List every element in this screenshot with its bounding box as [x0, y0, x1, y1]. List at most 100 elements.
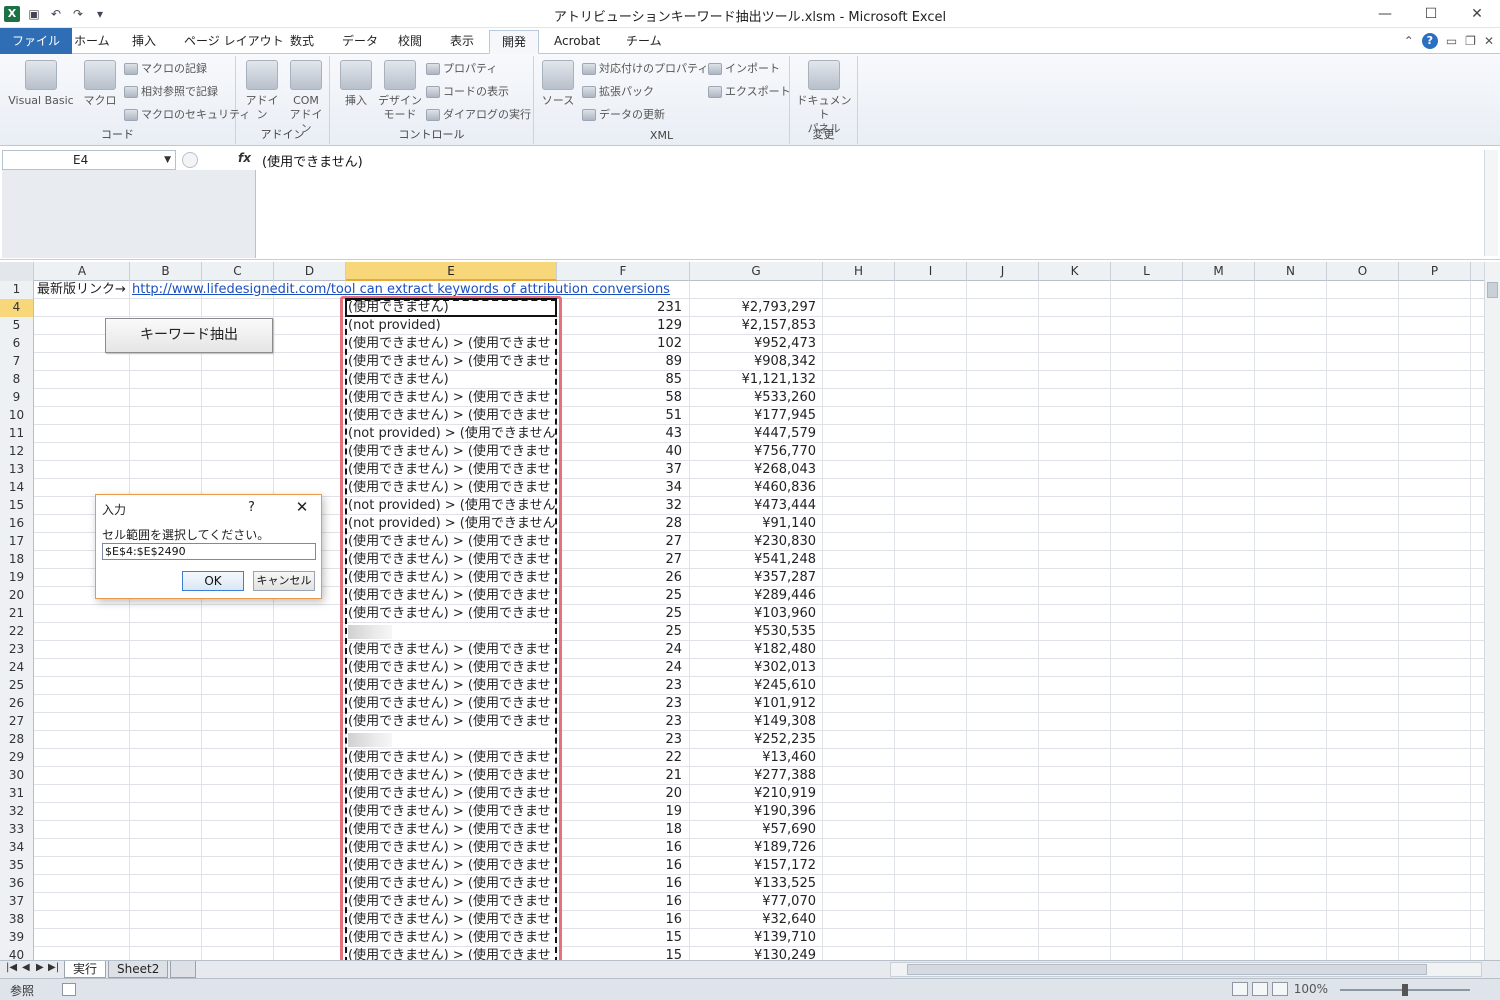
cell-conversions[interactable]: 20: [558, 785, 686, 803]
row-header[interactable]: 7: [0, 353, 34, 371]
name-box[interactable]: E4 ▼: [2, 150, 176, 170]
cell-conversions[interactable]: 129: [558, 317, 686, 335]
cell-keyword-path[interactable]: (使用できません) > (使用できませ: [346, 407, 556, 425]
cell-value[interactable]: ¥32,640: [690, 911, 820, 929]
row-header[interactable]: 34: [0, 839, 34, 857]
cell-keyword-path[interactable]: (使用できません) > (使用できませ: [346, 605, 556, 623]
cell-value[interactable]: ¥473,444: [690, 497, 820, 515]
cell-keyword-path[interactable]: (使用できません) > (使用できませ: [346, 479, 556, 497]
zoom-level[interactable]: 100%: [1294, 982, 1328, 996]
column-header[interactable]: G: [690, 262, 823, 281]
cell-conversions[interactable]: 16: [558, 875, 686, 893]
horizontal-scrollbar[interactable]: [890, 962, 1482, 977]
cell-conversions[interactable]: 27: [558, 551, 686, 569]
row-header[interactable]: 38: [0, 911, 34, 929]
vertical-scrollbar[interactable]: [1484, 262, 1500, 960]
ok-button[interactable]: OK: [182, 571, 244, 591]
column-header[interactable]: L: [1111, 262, 1183, 281]
cell-conversions[interactable]: 21: [558, 767, 686, 785]
help-icon[interactable]: ?: [248, 500, 255, 515]
cell-value[interactable]: ¥268,043: [690, 461, 820, 479]
cell-keyword-path[interactable]: (使用できません) > (使用できませ: [346, 389, 556, 407]
cell-keyword-path[interactable]: (使用できません) > (使用できませ: [346, 335, 556, 353]
formula-input[interactable]: (使用できません): [262, 151, 363, 170]
cell-value[interactable]: ¥133,525: [690, 875, 820, 893]
relative-reference-button[interactable]: 相対参照で記録: [124, 83, 218, 101]
row-header[interactable]: 40: [0, 947, 34, 960]
row-header[interactable]: 27: [0, 713, 34, 731]
macro-security-button[interactable]: マクロのセキュリティ: [124, 106, 250, 124]
tab-team[interactable]: チーム: [614, 30, 674, 54]
cell-keyword-path[interactable]: (not provided) > (使用できません: [346, 497, 556, 515]
cell-conversions[interactable]: 24: [558, 659, 686, 677]
row-header[interactable]: 31: [0, 785, 34, 803]
column-header[interactable]: D: [274, 262, 346, 281]
page-layout-view-icon[interactable]: [1252, 982, 1268, 996]
row-header[interactable]: 16: [0, 515, 34, 533]
column-header[interactable]: O: [1327, 262, 1399, 281]
design-mode-button[interactable]: デザイン モード: [378, 60, 422, 122]
cell-conversions[interactable]: 22: [558, 749, 686, 767]
cell-conversions[interactable]: 23: [558, 731, 686, 749]
cell-keyword-path[interactable]: (使用できません) > (使用できませ: [346, 929, 556, 947]
row-header[interactable]: 26: [0, 695, 34, 713]
minimize-button[interactable]: —: [1362, 0, 1408, 28]
column-header[interactable]: A: [35, 262, 130, 281]
addin-button[interactable]: アドイン: [242, 60, 282, 122]
close-icon[interactable]: ✕: [292, 498, 312, 516]
column-header[interactable]: N: [1255, 262, 1327, 281]
column-header[interactable]: J: [967, 262, 1039, 281]
com-addin-button[interactable]: COM アドイン: [286, 60, 326, 136]
zoom-slider-knob[interactable]: [1402, 984, 1408, 996]
map-properties-button[interactable]: 対応付けのプロパティ: [582, 60, 708, 78]
column-header[interactable]: C: [202, 262, 274, 281]
cell-conversions[interactable]: 89: [558, 353, 686, 371]
maximize-button[interactable]: ☐: [1408, 0, 1454, 28]
cell-conversions[interactable]: 16: [558, 839, 686, 857]
cell-conversions[interactable]: 102: [558, 335, 686, 353]
cell-value[interactable]: ¥447,579: [690, 425, 820, 443]
cell-value[interactable]: ¥13,460: [690, 749, 820, 767]
cell-conversions[interactable]: 24: [558, 641, 686, 659]
cell-keyword-path[interactable]: (使用できません) > (使用できませ: [346, 749, 556, 767]
row-header[interactable]: 9: [0, 389, 34, 407]
zoom-slider[interactable]: [1340, 984, 1470, 996]
cell-value[interactable]: ¥252,235: [690, 731, 820, 749]
cell-value[interactable]: ¥182,480: [690, 641, 820, 659]
cell-conversions[interactable]: 25: [558, 623, 686, 641]
tab-data[interactable]: データ: [330, 30, 390, 54]
row-header[interactable]: 4: [0, 299, 34, 317]
cell-conversions[interactable]: 23: [558, 713, 686, 731]
cell-conversions[interactable]: 85: [558, 371, 686, 389]
cell-keyword-path[interactable]: (使用できません) > (使用できませ: [346, 785, 556, 803]
tab-home[interactable]: ホーム: [62, 30, 122, 54]
cell-conversions[interactable]: 43: [558, 425, 686, 443]
row-header[interactable]: 18: [0, 551, 34, 569]
cell-value[interactable]: ¥245,610: [690, 677, 820, 695]
cell-conversions[interactable]: 37: [558, 461, 686, 479]
row-header[interactable]: 15: [0, 497, 34, 515]
cell-value[interactable]: ¥908,342: [690, 353, 820, 371]
cell-conversions[interactable]: 15: [558, 947, 686, 960]
macro-button[interactable]: マクロ: [80, 60, 120, 108]
latest-version-label[interactable]: 最新版リンク→: [37, 281, 126, 298]
row-header[interactable]: 30: [0, 767, 34, 785]
cell-value[interactable]: ¥530,535: [690, 623, 820, 641]
cell-conversions[interactable]: 34: [558, 479, 686, 497]
cell-value[interactable]: ¥91,140: [690, 515, 820, 533]
cell-keyword-path[interactable]: (使用できません) > (使用できませ: [346, 569, 556, 587]
range-input[interactable]: $E$4:$E$2490: [102, 543, 316, 560]
first-sheet-icon[interactable]: |◀: [6, 962, 17, 973]
cell-value[interactable]: ¥149,308: [690, 713, 820, 731]
cell-conversions[interactable]: 231: [558, 299, 686, 317]
tab-insert[interactable]: 挿入: [120, 30, 168, 54]
cell-conversions[interactable]: 25: [558, 605, 686, 623]
sheet-tab-run[interactable]: 実行: [64, 961, 107, 978]
cell-keyword-path[interactable]: (使用できません) > (使用できませ: [346, 911, 556, 929]
row-header[interactable]: 35: [0, 857, 34, 875]
row-header[interactable]: 25: [0, 677, 34, 695]
row-header[interactable]: 19: [0, 569, 34, 587]
cell-value[interactable]: ¥77,070: [690, 893, 820, 911]
cell-value[interactable]: ¥460,836: [690, 479, 820, 497]
cell-keyword-path[interactable]: (使用できません) > (使用できませ: [346, 713, 556, 731]
